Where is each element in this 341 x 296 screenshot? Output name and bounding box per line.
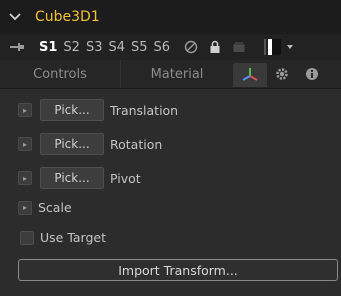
tab-info[interactable] bbox=[297, 60, 327, 88]
transform-controls: ▸ Pick... Translation ▸ Pick... Rotation… bbox=[0, 89, 341, 296]
version-s5[interactable]: S5 bbox=[131, 40, 148, 55]
rotation-label: Rotation bbox=[110, 136, 163, 152]
version-s2[interactable]: S2 bbox=[63, 40, 80, 55]
pick-label: Pick... bbox=[54, 103, 90, 117]
chevron-right-icon: ▸ bbox=[22, 139, 27, 149]
tool-header[interactable]: Cube3D1 bbox=[0, 0, 341, 34]
use-target-row[interactable]: Use Target bbox=[0, 230, 106, 245]
version-s1[interactable]: S1 bbox=[39, 40, 57, 55]
inspector-tabs: Controls Material bbox=[0, 60, 341, 89]
version-s3[interactable]: S3 bbox=[86, 40, 103, 55]
translation-row: ▸ Pick... Translation bbox=[0, 99, 178, 121]
transform-axes-icon bbox=[242, 68, 258, 81]
version-s6[interactable]: S6 bbox=[154, 40, 171, 55]
pivot-row: ▸ Pick... Pivot bbox=[0, 167, 141, 189]
chevron-right-icon: ▸ bbox=[22, 105, 27, 115]
rotation-row: ▸ Pick... Rotation bbox=[0, 133, 162, 155]
chevron-right-icon: ▸ bbox=[22, 203, 27, 212]
expand-rotation-button[interactable]: ▸ bbox=[18, 137, 32, 151]
expand-translation-button[interactable]: ▸ bbox=[18, 103, 32, 117]
tool-name: Cube3D1 bbox=[35, 9, 100, 25]
color-swatch-icon[interactable] bbox=[264, 38, 294, 56]
import-transform-label: Import Transform... bbox=[118, 262, 238, 278]
scale-row[interactable]: ▸ Scale bbox=[0, 200, 72, 215]
pick-label: Pick... bbox=[54, 171, 90, 185]
gear-icon bbox=[276, 68, 288, 80]
expand-scale-button[interactable]: ▸ bbox=[18, 200, 32, 215]
chevron-down-icon bbox=[287, 45, 294, 49]
tab-controls[interactable]: Controls bbox=[0, 60, 120, 88]
use-target-checkbox[interactable] bbox=[20, 230, 34, 245]
translation-label: Translation bbox=[110, 102, 179, 118]
tab-transform[interactable] bbox=[233, 63, 267, 87]
version-s4[interactable]: S4 bbox=[108, 40, 125, 55]
locked-version-icon[interactable] bbox=[232, 40, 246, 54]
tab-controls-label: Controls bbox=[33, 66, 87, 82]
pivot-label: Pivot bbox=[110, 170, 141, 186]
color-divider bbox=[264, 39, 273, 55]
info-icon bbox=[306, 68, 318, 80]
pin-icon[interactable] bbox=[9, 40, 25, 54]
scale-label: Scale bbox=[38, 200, 72, 215]
tab-material-label: Material bbox=[150, 66, 204, 82]
tab-material[interactable]: Material bbox=[120, 60, 233, 88]
chevron-right-icon: ▸ bbox=[22, 173, 27, 183]
lock-icon[interactable] bbox=[208, 40, 222, 54]
disable-icon[interactable] bbox=[184, 40, 198, 54]
pick-pivot-button[interactable]: Pick... bbox=[40, 167, 104, 189]
tab-settings[interactable] bbox=[267, 60, 297, 88]
inspector-panel: Cube3D1 S1 S2 S3 S4 S5 S6 Controls Mater… bbox=[0, 0, 341, 296]
pick-translation-button[interactable]: Pick... bbox=[40, 99, 104, 121]
import-transform-button[interactable]: Import Transform... bbox=[18, 259, 338, 281]
expand-pivot-button[interactable]: ▸ bbox=[18, 171, 32, 185]
pick-rotation-button[interactable]: Pick... bbox=[40, 133, 104, 155]
use-target-label: Use Target bbox=[40, 230, 106, 245]
color-black-swatch bbox=[272, 39, 282, 55]
version-bar: S1 S2 S3 S4 S5 S6 bbox=[0, 34, 341, 60]
chevron-down-icon[interactable] bbox=[8, 10, 22, 24]
pick-label: Pick... bbox=[54, 137, 90, 151]
